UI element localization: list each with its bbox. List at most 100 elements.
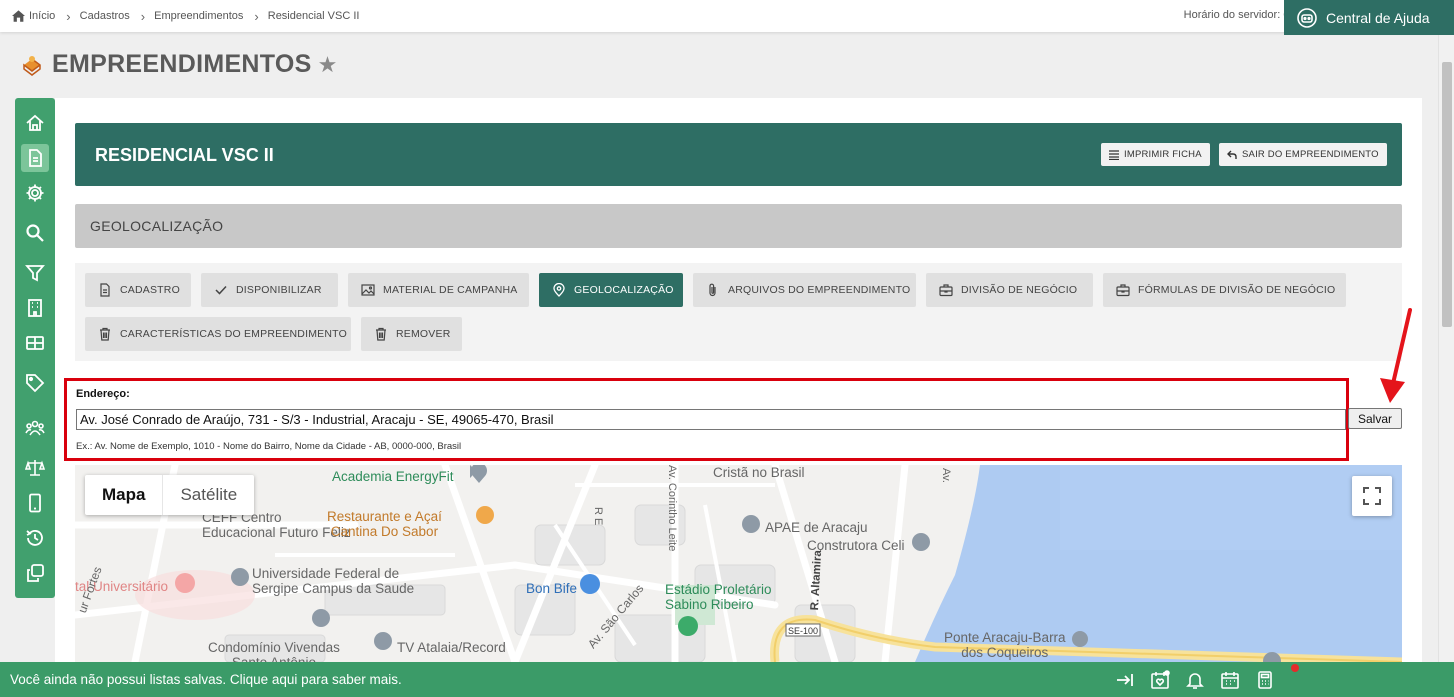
map-label-ufs: Universidade Federal de Sergipe Campus d… xyxy=(252,566,415,596)
image-icon xyxy=(361,284,375,296)
chevron-right-icon: › xyxy=(140,8,146,24)
sidebar-copy-icon[interactable] xyxy=(21,559,49,587)
breadcrumb-item-inicio[interactable]: Início xyxy=(29,10,55,22)
save-button[interactable]: Salvar xyxy=(1348,408,1402,429)
map-label-corintho: Av. Corintho Leite xyxy=(666,465,678,552)
print-sheet-label: IMPRIMIR FICHA xyxy=(1124,149,1202,160)
sidebar-document-icon[interactable] xyxy=(21,144,49,172)
star-icon[interactable]: ★ xyxy=(318,52,338,78)
home-icon[interactable] xyxy=(12,10,25,22)
tab-divisao-de-negocio[interactable]: DIVISÃO DE NEGÓCIO xyxy=(926,273,1093,307)
map-label-bonbife: Bon Bife xyxy=(526,581,578,596)
calendar-icon[interactable] xyxy=(1220,670,1240,690)
page-title-row: EMPREENDIMENTOS ★ xyxy=(20,50,337,79)
sidebar-search-icon[interactable] xyxy=(21,219,49,247)
map-label-tv: TV Atalaia/Record xyxy=(397,640,506,655)
map-label-se100: SE-100 xyxy=(788,626,819,636)
tab-label: MATERIAL DE CAMPANHA xyxy=(383,284,518,296)
sidebar-history-icon[interactable] xyxy=(21,524,49,552)
tab-material-de-campanha[interactable]: MATERIAL DE CAMPANHA xyxy=(348,273,529,307)
calculator-icon[interactable] xyxy=(1255,670,1275,690)
sidebar-home-icon[interactable] xyxy=(21,109,49,137)
empreendimento-logo-icon xyxy=(23,55,41,76)
empreendimento-header: RESIDENCIAL VSC II IMPRIMIR FICHA SAIR D… xyxy=(75,123,1402,186)
sidebar-filter-icon[interactable] xyxy=(21,259,49,287)
document-icon xyxy=(100,283,110,297)
help-center-button[interactable]: Central de Ajuda xyxy=(1284,0,1454,35)
map-type-map-button[interactable]: Mapa xyxy=(85,475,162,515)
map-type-satellite-button[interactable]: Satélite xyxy=(162,475,254,515)
sidebar-table-icon[interactable] xyxy=(21,329,49,357)
tabs-area: CADASTRO DISPONIBILIZAR MATERIAL DE CAMP… xyxy=(75,263,1402,361)
sidebar-scale-icon[interactable] xyxy=(21,454,49,482)
map-canvas[interactable]: Cristã no Brasil Academia EnergyFit CEFF… xyxy=(75,465,1402,662)
briefcase-icon xyxy=(1116,284,1130,297)
saved-lists-message[interactable]: Você ainda não possui listas salvas. Cli… xyxy=(10,672,402,687)
sidebar-building-icon[interactable] xyxy=(21,294,49,322)
scrollbar-thumb[interactable] xyxy=(1442,62,1452,327)
exit-empreendimento-button[interactable]: SAIR DO EMPREENDIMENTO xyxy=(1219,143,1387,166)
map-label-condominio: Condomínio Vivendas Santo Antônio xyxy=(208,640,340,662)
map-label-ponte: Ponte Aracaju-Barra dos Coqueiros xyxy=(944,630,1066,660)
tab-label: DISPONIBILIZAR xyxy=(236,284,322,296)
chevron-right-icon: › xyxy=(66,8,71,24)
tab-caracteristicas-do-empreendimento[interactable]: CARACTERÍSTICAS DO EMPREENDIMENTO xyxy=(85,317,351,351)
map-pin-icon xyxy=(553,283,565,297)
map-label-altamira: R. Altamira xyxy=(808,549,825,611)
tab-cadastro[interactable]: CADASTRO xyxy=(85,273,191,307)
section-title: GEOLOCALIZAÇÃO xyxy=(75,204,1402,248)
tab-label: CADASTRO xyxy=(120,284,180,296)
fullscreen-icon xyxy=(1363,487,1381,505)
fullscreen-button[interactable] xyxy=(1352,476,1392,516)
map-type-control: Mapa Satélite xyxy=(85,475,255,515)
exit-empreendimento-label: SAIR DO EMPREENDIMENTO xyxy=(1242,149,1379,160)
map-base xyxy=(75,465,1402,662)
address-label: Endereço: xyxy=(76,388,130,400)
print-sheet-button[interactable]: IMPRIMIR FICHA xyxy=(1101,143,1210,166)
calendar-heart-icon[interactable] xyxy=(1150,670,1170,690)
tab-geolocalizacao[interactable]: GEOLOCALIZAÇÃO xyxy=(539,273,683,307)
tab-formulas-de-divisao-de-negocio[interactable]: FÓRMULAS DE DIVISÃO DE NEGÓCIO xyxy=(1103,273,1346,307)
address-highlight-box: Endereço: Ex.: Av. Nome de Exemplo, 1010… xyxy=(64,378,1349,461)
tab-remover[interactable]: REMOVER xyxy=(361,317,462,351)
breadcrumb-item-cadastros[interactable]: Cadastros xyxy=(80,10,130,22)
map-label-estadio: Estádio Proletário Sabino Ribeiro xyxy=(665,582,772,612)
tab-label: DIVISÃO DE NEGÓCIO xyxy=(961,284,1078,296)
bell-icon[interactable] xyxy=(1185,670,1205,690)
tab-disponibilizar[interactable]: DISPONIBILIZAR xyxy=(201,273,338,307)
map-label-crista: Cristã no Brasil xyxy=(713,465,805,480)
top-bar: Início › Cadastros › Empreendimentos › R… xyxy=(0,0,1438,32)
tab-label: REMOVER xyxy=(396,328,451,340)
annotation-arrow-icon xyxy=(1380,308,1412,403)
chevron-right-icon: › xyxy=(254,8,259,24)
paperclip-icon xyxy=(709,283,716,297)
tab-label: GEOLOCALIZAÇÃO xyxy=(574,284,674,296)
trash-icon xyxy=(100,327,110,341)
map-label-academia: Academia EnergyFit xyxy=(332,469,454,484)
sidebar-gear-icon[interactable] xyxy=(21,179,49,207)
breadcrumb: Início › Cadastros › Empreendimentos › R… xyxy=(12,9,359,24)
empreendimento-title: RESIDENCIAL VSC II xyxy=(95,145,274,165)
list-icon xyxy=(1109,149,1119,160)
help-center-label: Central de Ajuda xyxy=(1326,9,1430,26)
sidebar-tag-icon[interactable] xyxy=(21,369,49,397)
trash-icon xyxy=(376,327,386,341)
map-label-av-right: Av. xyxy=(940,468,952,483)
chat-bot-icon xyxy=(1297,7,1317,28)
page-scrollbar[interactable] xyxy=(1438,0,1454,662)
logout-arrow-icon[interactable] xyxy=(1115,670,1135,690)
tab-label: FÓRMULAS DE DIVISÃO DE NEGÓCIO xyxy=(1138,284,1336,296)
briefcase-icon xyxy=(939,284,953,297)
address-input[interactable] xyxy=(76,409,1346,430)
breadcrumb-item-current: Residencial VSC II xyxy=(267,10,360,22)
tab-arquivos-do-empreendimento[interactable]: ARQUIVOS DO EMPREENDIMENTO xyxy=(693,273,916,307)
sidebar-users-icon[interactable] xyxy=(21,414,49,442)
sidebar-mobile-icon[interactable] xyxy=(21,489,49,517)
map-label-re: R E xyxy=(592,507,604,526)
undo-icon xyxy=(1227,150,1237,159)
tab-label: ARQUIVOS DO EMPREENDIMENTO xyxy=(728,284,911,296)
check-icon xyxy=(215,285,227,295)
breadcrumb-item-empreendimentos[interactable]: Empreendimentos xyxy=(154,10,243,22)
page-title: EMPREENDIMENTOS xyxy=(52,50,312,78)
sidebar xyxy=(15,98,55,598)
